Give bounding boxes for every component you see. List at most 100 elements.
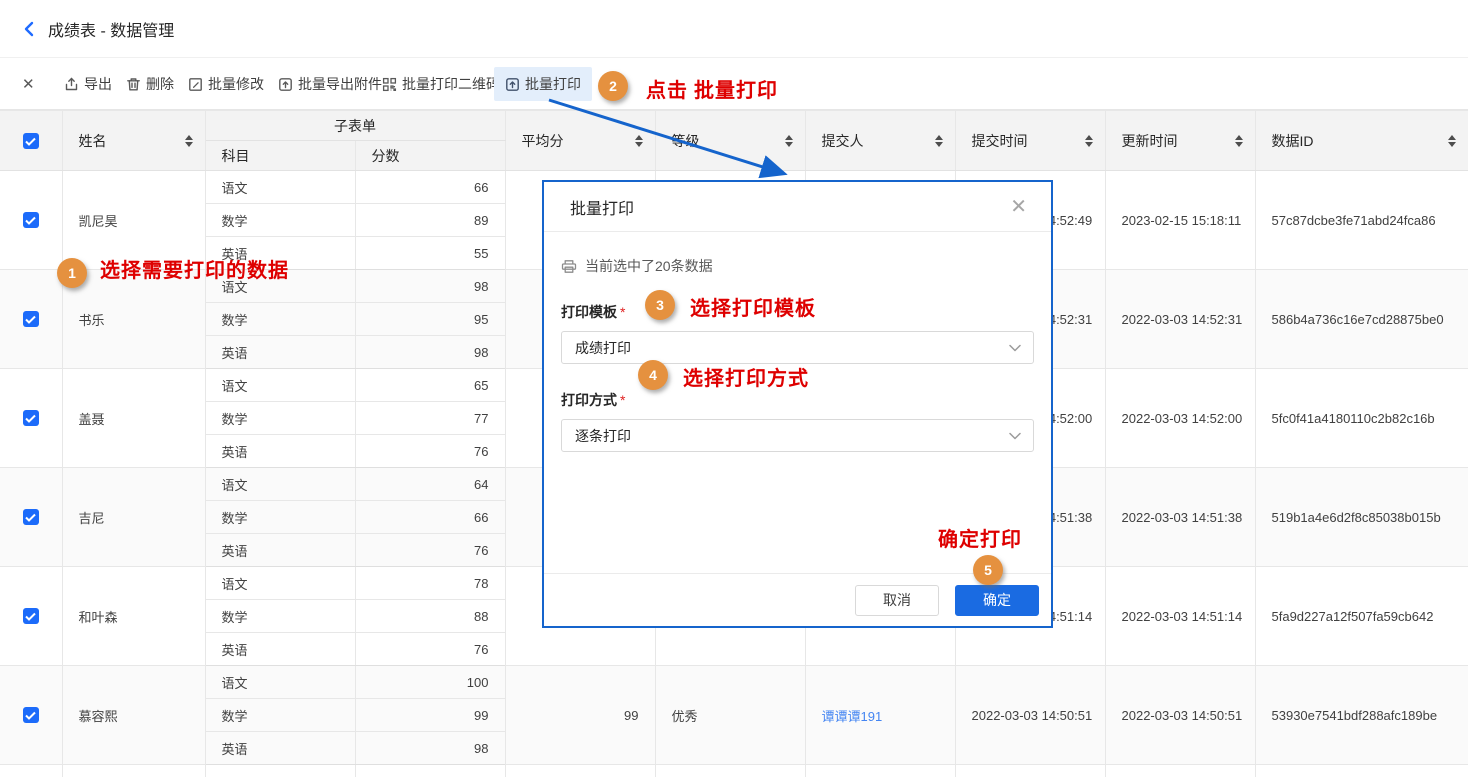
subject-cell: 英语: [205, 534, 355, 567]
update-time-cell: 2023-02-15 15:18:11: [1105, 171, 1255, 270]
row-checkbox[interactable]: [23, 410, 39, 426]
row-checkbox[interactable]: [23, 311, 39, 327]
header-grade-label: 等级: [672, 131, 700, 151]
submitter-link[interactable]: 谭谭谭191: [822, 709, 883, 724]
row-checkbox[interactable]: [23, 608, 39, 624]
score-cell: 76: [355, 534, 505, 567]
required-mark: *: [620, 304, 625, 320]
toolbar-batch-print-qrcode-button[interactable]: 批量打印二维码: [382, 58, 500, 110]
cancel-button[interactable]: 取消: [855, 585, 939, 616]
sort-submitter-button[interactable]: [935, 135, 943, 147]
row-checkbox-cell: [0, 468, 62, 567]
score-cell: 99: [355, 699, 505, 732]
header-name-label: 姓名: [79, 131, 107, 151]
score-cell: 98: [355, 732, 505, 765]
confirm-button[interactable]: 确定: [955, 585, 1039, 616]
subject-cell: 语文: [205, 468, 355, 501]
score-cell: 98: [355, 270, 505, 303]
check-icon: [25, 414, 36, 423]
method-label-text: 打印方式: [561, 392, 617, 408]
header-submitter-label: 提交人: [822, 131, 864, 151]
method-select-value: 逐条打印: [575, 426, 631, 446]
printer-icon: [561, 259, 577, 274]
sort-submit-time-button[interactable]: [1085, 135, 1093, 147]
template-select[interactable]: 成绩打印: [561, 331, 1034, 364]
data-id-cell: 519b1a4e6d2f8c85038b015b: [1255, 468, 1468, 567]
sort-data-id-button[interactable]: [1448, 135, 1456, 147]
subject-cell: 数学: [205, 600, 355, 633]
check-icon: [25, 137, 36, 146]
score-cell: 65: [355, 369, 505, 402]
sort-update-time-button[interactable]: [1235, 135, 1243, 147]
data-id-cell: 57c87dcbe3fe71abd24fca86: [1255, 171, 1468, 270]
check-icon: [25, 315, 36, 324]
student-name: 书乐: [62, 270, 205, 369]
toolbar-batch-print-button[interactable]: 批量打印: [494, 67, 592, 101]
update-time-cell: 2022-03-03 14:51:14: [1105, 567, 1255, 666]
header-average-label: 平均分: [522, 131, 564, 151]
sort-name-button[interactable]: [185, 135, 193, 147]
submitter-cell: 谭谭谭191: [805, 666, 955, 765]
subject-cell: 语文: [205, 171, 355, 204]
subject-cell: 数学: [205, 699, 355, 732]
row-checkbox[interactable]: [23, 509, 39, 525]
toolbar-batch-edit-button[interactable]: 批量修改: [188, 58, 264, 110]
toolbar-batch-print-label: 批量打印: [525, 74, 581, 94]
stub-cell: [62, 765, 205, 777]
row-checkbox-cell: [0, 369, 62, 468]
toolbar-batch-export-attachment-button[interactable]: 批量导出附件: [278, 58, 382, 110]
table-row-stub: [0, 765, 1468, 777]
method-select[interactable]: 逐条打印: [561, 419, 1034, 452]
modal-close-icon[interactable]: ✕: [1010, 197, 1027, 217]
data-id-cell: 5fa9d227a12f507fa59cb642: [1255, 567, 1468, 666]
row-checkbox[interactable]: [23, 212, 39, 228]
method-field-label: 打印方式*: [561, 390, 1034, 410]
batch-edit-icon: [188, 77, 203, 92]
header-submit-time: 提交时间: [955, 111, 1105, 171]
score-cell: 66: [355, 171, 505, 204]
back-button[interactable]: [22, 21, 36, 37]
header-data-id: 数据ID: [1255, 111, 1468, 171]
header-grade: 等级: [655, 111, 805, 171]
toolbar-close-button[interactable]: ✕: [22, 58, 35, 110]
toolbar-batch-export-attachment-label: 批量导出附件: [298, 74, 382, 94]
row-checkbox-cell: [0, 567, 62, 666]
check-icon: [25, 612, 36, 621]
toolbar-export-label: 导出: [84, 74, 112, 94]
subject-cell: 语文: [205, 666, 355, 699]
modal-body: 当前选中了20条数据 打印模板* 成绩打印 打印方式* 逐条打印: [544, 232, 1051, 573]
check-icon: [25, 513, 36, 522]
select-all-checkbox[interactable]: [23, 133, 39, 149]
student-name: 吉尼: [62, 468, 205, 567]
sort-grade-button[interactable]: [785, 135, 793, 147]
toolbar-export-button[interactable]: 导出: [64, 58, 112, 110]
average-cell: 99: [505, 666, 655, 765]
row-checkbox[interactable]: [23, 707, 39, 723]
subject-cell: 数学: [205, 402, 355, 435]
header-score: 分数: [355, 141, 505, 171]
data-id-cell: 586b4a736c16e7cd28875be0: [1255, 270, 1468, 369]
score-cell: 55: [355, 237, 505, 270]
header-submit-time-label: 提交时间: [972, 131, 1028, 151]
toolbar-delete-button[interactable]: 删除: [126, 58, 174, 110]
sort-average-button[interactable]: [635, 135, 643, 147]
batch-print-modal: 批量打印 ✕ 当前选中了20条数据 打印模板* 成绩打印 打印方式* 逐条打印: [542, 180, 1053, 628]
subject-cell: 数学: [205, 501, 355, 534]
stub-cell: [805, 765, 955, 777]
export-icon: [64, 77, 79, 92]
update-time-cell: 2022-03-03 14:50:51: [1105, 666, 1255, 765]
student-name: 慕容熙: [62, 666, 205, 765]
chevron-down-icon: [1009, 344, 1021, 352]
header-name: 姓名: [62, 111, 205, 171]
subject-cell: 数学: [205, 303, 355, 336]
header-update-time-label: 更新时间: [1122, 131, 1178, 151]
toolbar: ✕ 导出 删除 批量修改 批量导出附件 批量打印二维码 批量打印: [0, 58, 1468, 110]
modal-header: 批量打印 ✕: [544, 182, 1051, 232]
delete-icon: [126, 77, 141, 92]
subject-cell: 数学: [205, 204, 355, 237]
check-icon: [25, 216, 36, 225]
header-subject: 科目: [205, 141, 355, 171]
data-id-cell: 5fc0f41a4180110c2b82c16b: [1255, 369, 1468, 468]
page-title: 成绩表 - 数据管理: [48, 17, 174, 41]
toolbar-batch-print-qrcode-label: 批量打印二维码: [402, 74, 500, 94]
